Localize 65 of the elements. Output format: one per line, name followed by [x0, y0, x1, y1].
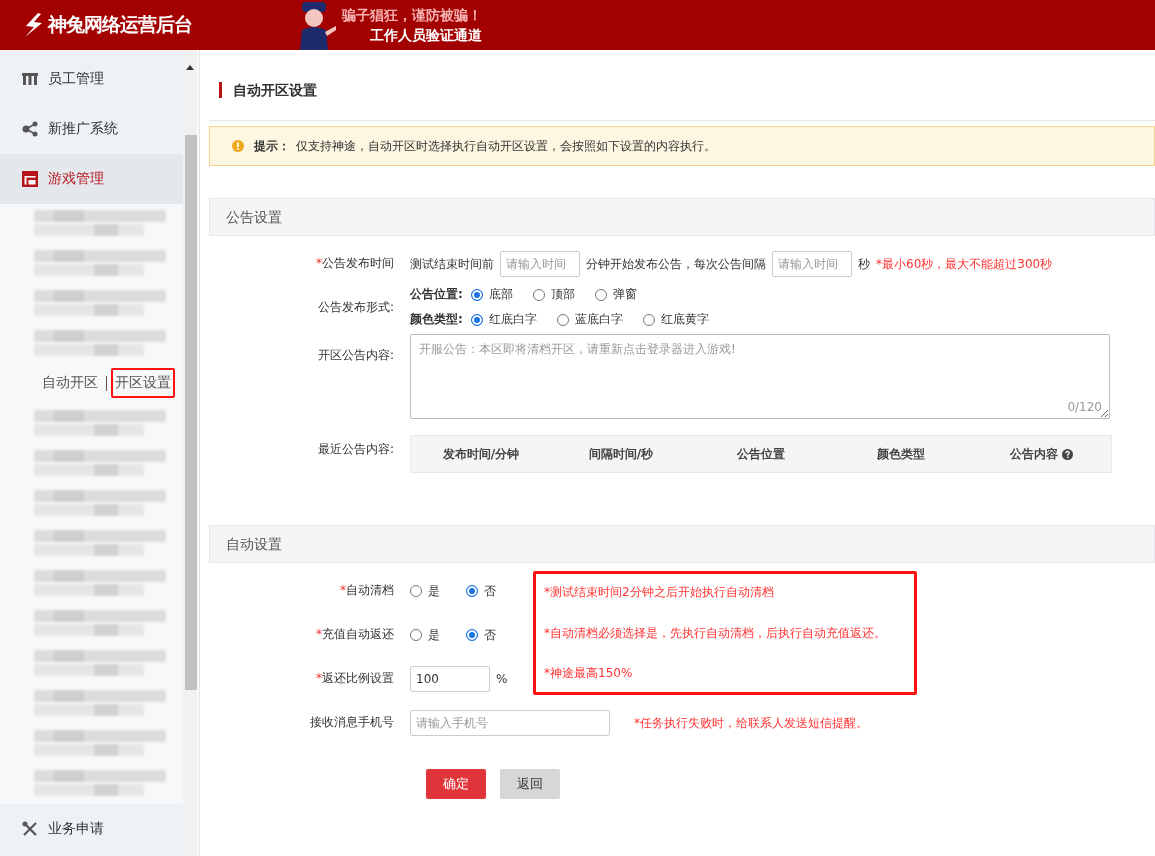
text-field[interactable]: 请输入手机号 [410, 710, 610, 736]
radio-option[interactable]: 是 [410, 626, 440, 644]
tip-label: 提示： [254, 137, 290, 155]
column-header: 间隔时间/秒 [588, 445, 654, 463]
scrollbar[interactable] [183, 50, 197, 856]
tip-text: 仅支持神途，自动开区时选择执行自动开区设置，会按照如下设置的内容执行。 [296, 137, 716, 155]
hint-text: *最小60秒，最大不能超过300秒 [876, 255, 1053, 273]
form-text: 分钟开始发布公告，每次公告间隔 [586, 255, 766, 273]
field-label: *公告发布时间 [316, 256, 394, 270]
column-header: 颜色类型 [877, 445, 925, 463]
scroll-thumb[interactable] [185, 135, 197, 690]
share-icon [22, 121, 38, 137]
field-label: *返还比例设置 [316, 671, 394, 685]
group-label: 公告位置: [410, 286, 463, 303]
banner-slogan: 工作人员验证通道 [370, 26, 482, 45]
char-counter: 0/120 [1067, 400, 1102, 414]
field-label: 公告发布形式: [317, 300, 394, 314]
field-label: *自动清档 [340, 583, 394, 597]
section-header: 自动设置 [209, 525, 1155, 563]
field-label: *充值自动返还 [316, 627, 394, 641]
logo-icon [22, 12, 44, 38]
warning-icon [232, 140, 244, 152]
text-field[interactable]: 请输入时间 [772, 251, 852, 277]
columns-icon [22, 71, 38, 87]
column-header: 发布时间/分钟 [442, 445, 520, 463]
menu-item[interactable]: 业务申请 [0, 804, 183, 854]
radio-option[interactable]: 弹窗 [594, 286, 637, 303]
text-field[interactable]: 请输入时间 [500, 251, 580, 277]
radio-option[interactable]: 底部 [470, 286, 513, 303]
field-label: 最近公告内容: [317, 442, 394, 456]
note-text: *测试结束时间2分钟之后开始执行自动清档 [544, 584, 775, 601]
field-label: 开区公告内容: [317, 348, 394, 362]
form-text: 测试结束时间前 [410, 255, 494, 273]
form-text: 秒 [858, 255, 870, 273]
group-label: 颜色类型: [410, 311, 463, 328]
radio-option[interactable]: 红底黄字 [642, 311, 709, 328]
menu-item[interactable]: 新推广系统 [0, 104, 183, 154]
radio-option[interactable]: 顶部 [532, 286, 575, 303]
text-field[interactable]: 100 [410, 666, 490, 692]
confirm-button[interactable]: 确定 [426, 769, 486, 799]
radio-option[interactable]: 是 [410, 582, 440, 600]
menu-item[interactable]: 游戏管理 [0, 154, 183, 204]
note-text: *自动清档必须选择是，先执行自动清档，后执行自动充值返还。 [544, 624, 887, 642]
menu-item[interactable]: 员工管理 [0, 54, 183, 104]
page-title: 自动开区设置 [219, 82, 317, 98]
tools-icon [22, 821, 38, 837]
note-text: *神途最高150% [544, 665, 634, 682]
column-header: 公告位置 [737, 445, 785, 463]
scroll-up-icon [186, 64, 194, 70]
radio-option[interactable]: 否 [466, 626, 496, 644]
back-button[interactable]: 返回 [500, 769, 560, 799]
layout-icon [22, 171, 38, 187]
logo-text: 神兔网络运营后台 [48, 12, 192, 37]
field-label: 接收消息手机号 [310, 715, 394, 729]
hint-text: *任务执行失败时，给联系人发送短信提醒。 [634, 714, 868, 732]
submenu-link[interactable]: 开区设置 [111, 368, 175, 398]
radio-option[interactable]: 蓝底白字 [556, 311, 623, 328]
radio-option[interactable]: 否 [466, 582, 496, 600]
form-text: % [496, 672, 508, 686]
section-header: 公告设置 [209, 198, 1155, 236]
radio-option[interactable]: 红底白字 [470, 311, 537, 328]
submenu-link[interactable]: 自动开区 [38, 368, 102, 398]
banner-slogan: 骗子猖狂，谨防被骗！ [342, 6, 482, 25]
help-icon [1061, 448, 1073, 460]
column-header: 公告内容 [1009, 445, 1058, 463]
